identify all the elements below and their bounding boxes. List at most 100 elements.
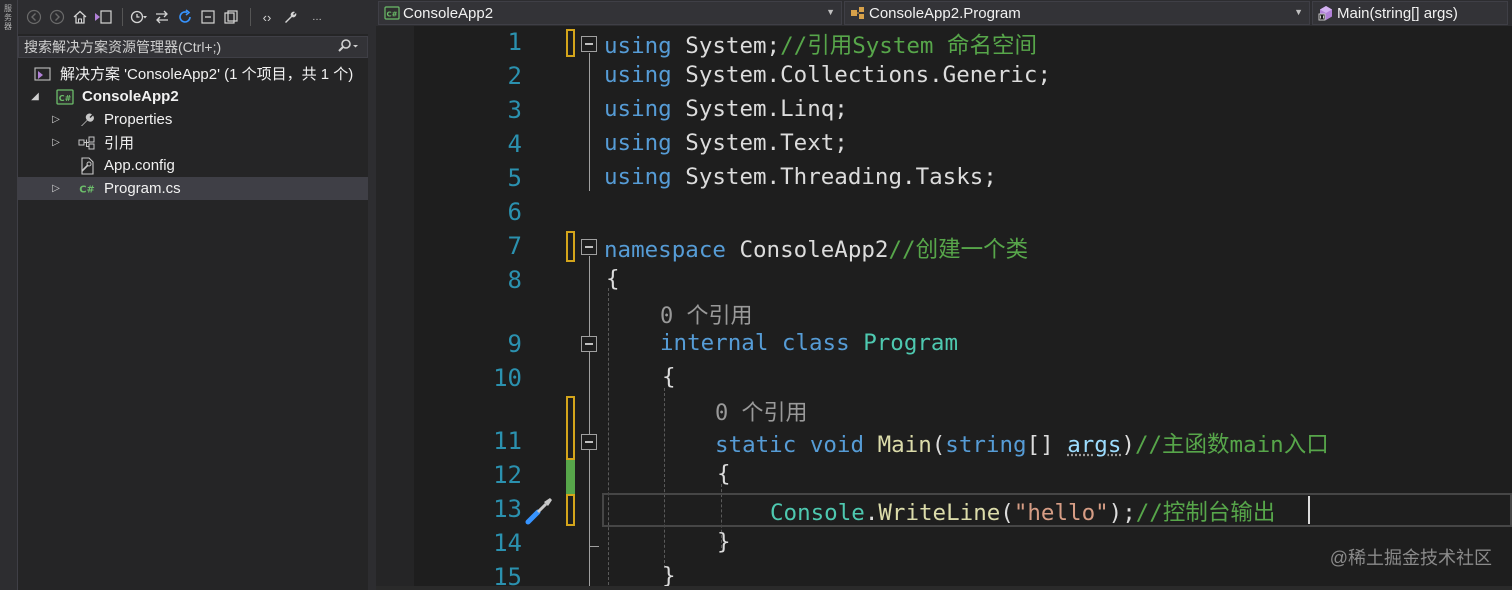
line-number: 8 — [507, 266, 522, 294]
collapsed-arrow-icon[interactable]: ▷ — [51, 183, 61, 194]
collapsed-arrow-icon[interactable]: ▷ — [51, 114, 61, 125]
refresh-icon[interactable] — [175, 7, 195, 27]
tree-item-properties[interactable]: ▷ Properties — [18, 108, 368, 131]
switch-views-icon[interactable] — [93, 7, 113, 27]
panel-splitter[interactable] — [368, 0, 376, 590]
line-number: 6 — [507, 198, 522, 226]
tree-item-references[interactable]: ▷ 引用 — [18, 131, 368, 154]
horizontal-scrollbar[interactable] — [376, 586, 1512, 590]
editor-navigation-bar: C# ConsoleApp2 ▼ ConsoleApp2.Program ▼ M… — [376, 0, 1512, 26]
tree-item-appconfig[interactable]: App.config — [18, 154, 368, 177]
code-line-10[interactable]: { — [662, 364, 676, 390]
tree-item-solution[interactable]: 解决方案 'ConsoleApp2' (1 个项目，共 1 个) — [18, 62, 368, 85]
comment: //引用System 命名空间 — [780, 33, 1038, 59]
outline-line — [589, 451, 590, 551]
svg-text:C#: C# — [79, 184, 95, 195]
comment: //控制台输出 — [1135, 500, 1276, 526]
codelens-references[interactable]: 0 个引用 — [715, 395, 808, 427]
solution-explorer-search[interactable]: 搜索解决方案资源管理器(Ctrl+;) — [18, 36, 368, 58]
tree-item-label: 解决方案 'ConsoleApp2' (1 个项目，共 1 个) — [60, 66, 354, 83]
search-placeholder: 搜索解决方案资源管理器(Ctrl+;) — [24, 39, 222, 55]
line-number: 14 — [493, 529, 522, 557]
keyword-using: using — [604, 130, 672, 156]
collapsed-arrow-icon[interactable]: ▷ — [51, 137, 61, 148]
code-text: System.Linq; — [671, 96, 848, 122]
code-line-11[interactable]: static void Main(string[] args)//主函数main… — [715, 427, 1329, 459]
keyword-void: void — [809, 432, 865, 458]
paren: ) — [1121, 432, 1135, 458]
indent-guide — [664, 388, 665, 568]
keyword-using: using — [604, 96, 672, 122]
tree-item-program-cs[interactable]: ▷ C# Program.cs — [18, 177, 368, 200]
line-number: 10 — [493, 364, 522, 392]
chevron-down-icon: ▼ — [1294, 7, 1303, 17]
pending-changes-filter-icon[interactable] — [129, 7, 149, 27]
collapse-all-icon[interactable] — [198, 7, 218, 27]
code-line-2[interactable]: using System.Collections.Generic; — [604, 62, 1051, 88]
code-line-12[interactable]: { — [717, 461, 731, 487]
line-number: 3 — [507, 96, 522, 124]
expanded-arrow-icon[interactable]: ◢ — [30, 91, 40, 102]
change-marker-saved — [566, 29, 575, 57]
codelens-references[interactable]: 0 个引用 — [660, 298, 753, 330]
line-number: 13 — [493, 495, 522, 523]
keyword-using: using — [604, 164, 672, 190]
line-number: 2 — [507, 62, 522, 90]
project-dropdown[interactable]: C# ConsoleApp2 ▼ — [378, 1, 842, 25]
collapse-toggle-icon[interactable] — [581, 239, 597, 255]
code-text: [] — [1026, 432, 1068, 458]
wrench-icon — [78, 112, 96, 128]
forward-icon[interactable] — [47, 7, 67, 27]
sync-with-active-document-icon[interactable] — [152, 7, 172, 27]
code-line-9[interactable]: internal class Program — [660, 330, 958, 356]
csharp-project-icon: C# — [383, 5, 401, 21]
code-line-1[interactable]: using System;//引用System 命名空间 — [604, 28, 1037, 60]
code-line-3[interactable]: using System.Linq; — [604, 96, 848, 122]
type-dropdown[interactable]: ConsoleApp2.Program ▼ — [844, 1, 1310, 25]
csharp-file-icon: C# — [78, 181, 96, 197]
quick-actions-screwdriver-icon[interactable] — [524, 494, 556, 526]
project-dropdown-value: ConsoleApp2 — [403, 4, 494, 22]
keyword-class: class — [781, 330, 850, 356]
collapse-toggle-icon[interactable] — [581, 336, 597, 352]
comment: //创建一个类 — [888, 237, 1029, 263]
code-line-4[interactable]: using System.Text; — [604, 130, 848, 156]
code-line-8[interactable]: { — [606, 266, 620, 292]
keyword-using: using — [604, 62, 672, 88]
open-brace: { — [606, 266, 620, 292]
toolbar-overflow-icon[interactable]: … — [307, 7, 327, 27]
properties-wrench-icon[interactable] — [280, 7, 300, 27]
code-line-14[interactable]: } — [717, 529, 731, 555]
type-name: Program — [863, 330, 959, 356]
server-explorer-strip[interactable]: 服务器 — [0, 0, 18, 590]
codelens-text: 0 个引用 — [660, 304, 753, 329]
change-marker-saved — [566, 494, 575, 526]
home-icon[interactable] — [70, 7, 90, 27]
member-dropdown-value: Main(string[] args) — [1337, 4, 1458, 22]
line-number: 1 — [507, 28, 522, 56]
tree-item-project[interactable]: ◢ C# ConsoleApp2 — [18, 85, 368, 108]
search-icon[interactable] — [337, 38, 359, 57]
parameter-name: args — [1067, 432, 1122, 458]
code-line-13[interactable]: Console.WriteLine("hello");//控制台输出 — [770, 495, 1275, 527]
config-file-icon — [78, 156, 96, 175]
code-line-7[interactable]: namespace ConsoleApp2//创建一个类 — [604, 232, 1028, 264]
collapse-toggle-icon[interactable] — [581, 36, 597, 52]
tree-item-label: Program.cs — [104, 180, 181, 197]
code-text: System.Text; — [671, 130, 848, 156]
code-editor[interactable]: 1 2 3 4 5 6 7 8 9 10 11 12 13 14 15 usin… — [376, 26, 1512, 590]
type-dropdown-value: ConsoleApp2.Program — [869, 4, 1021, 22]
close-brace: } — [717, 529, 731, 555]
solution-icon — [34, 66, 52, 82]
paren: ( — [1000, 500, 1014, 526]
show-all-files-icon[interactable] — [221, 7, 241, 27]
member-dropdown[interactable]: Main(string[] args) — [1312, 1, 1508, 25]
line-number: 7 — [507, 232, 522, 260]
toolbar-separator — [122, 8, 123, 26]
view-code-icon[interactable]: ‹› — [257, 7, 277, 27]
code-text: System; — [671, 33, 781, 59]
code-line-5[interactable]: using System.Threading.Tasks; — [604, 164, 997, 190]
collapse-toggle-icon[interactable] — [581, 434, 597, 450]
back-icon[interactable] — [24, 7, 44, 27]
server-explorer-tab[interactable]: 服务器 — [2, 4, 14, 31]
